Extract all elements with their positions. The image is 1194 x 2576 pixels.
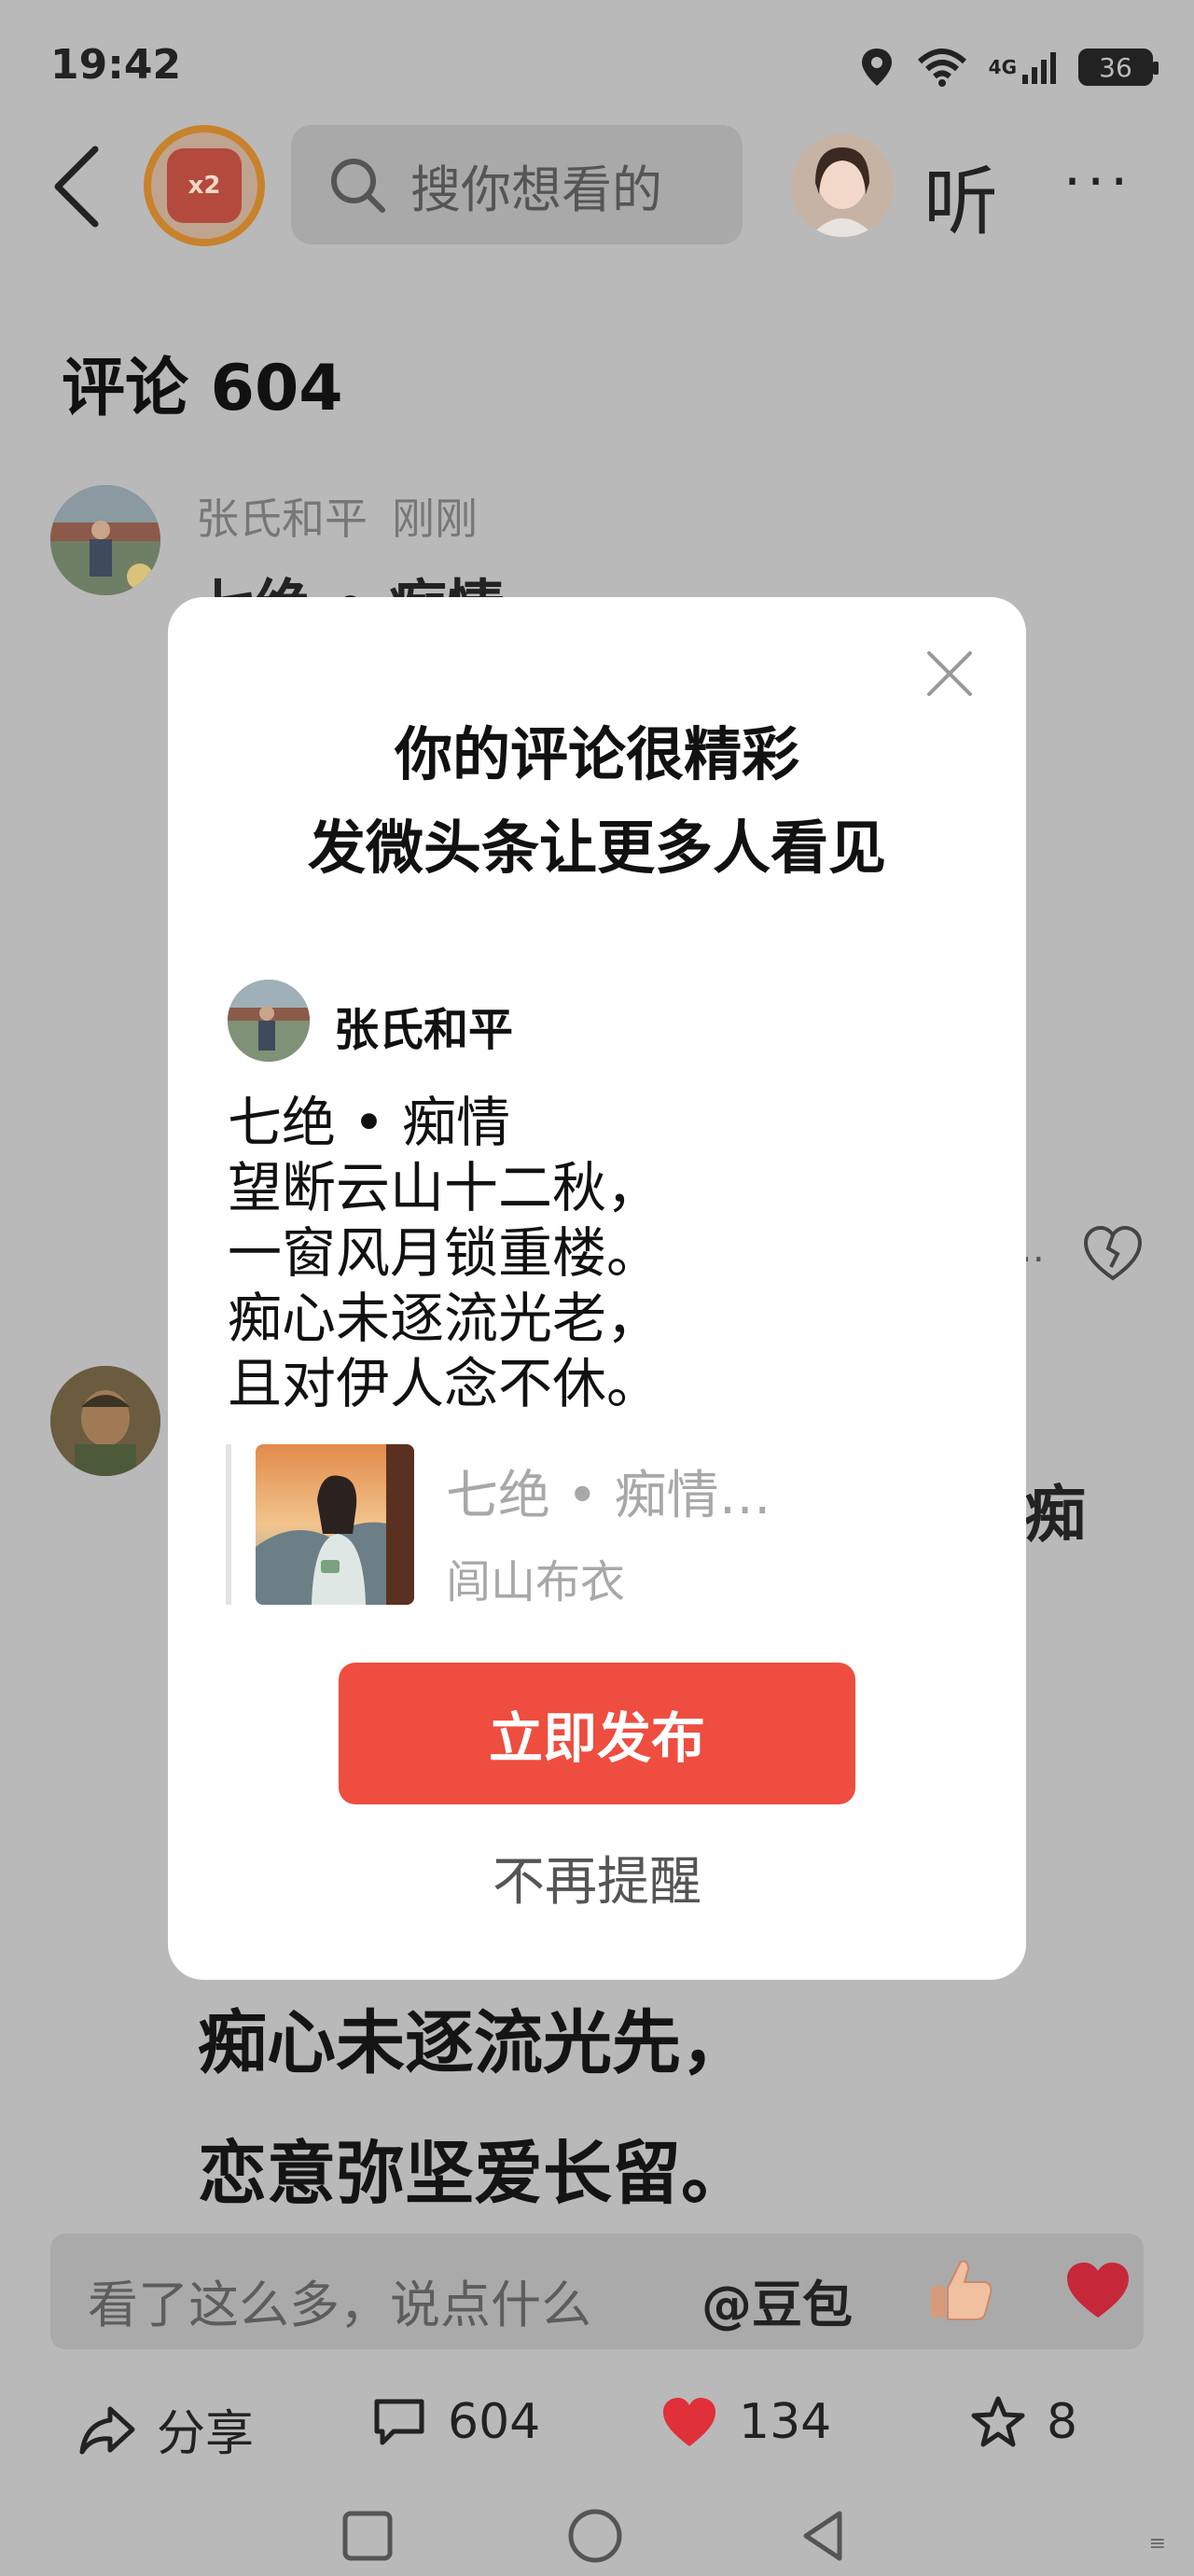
heart-emoji-icon[interactable] [1063, 2260, 1132, 2321]
post-poem-title: 七绝 • 痴情 [228, 1091, 511, 1154]
heart-filled-icon [663, 2398, 715, 2446]
dont-remind-button[interactable]: 不再提醒 [168, 1840, 1026, 1915]
system-navigation-bar: ≡ [0, 2482, 1194, 2576]
avatar-photo-icon [50, 1366, 160, 1476]
close-icon[interactable] [923, 647, 976, 700]
comment-input-placeholder: 看了这么多，说点什么 [88, 2276, 591, 2334]
nav-handle-icon: ≡ [1148, 2532, 1166, 2555]
star-icon [971, 2396, 1025, 2447]
status-bar: 19:42 4G 36 [0, 0, 1194, 131]
like-button[interactable]: 134 [660, 2394, 831, 2450]
network-type: 4G [988, 56, 1017, 78]
bottom-action-bar: 分享 604 134 8 [0, 2377, 1194, 2480]
comment-time: 刚刚 [392, 494, 478, 544]
battery-level: 36 [1099, 51, 1132, 83]
avatar-illustration-icon [791, 134, 894, 237]
back-button[interactable] [43, 140, 118, 233]
share-label: 分享 [157, 2406, 255, 2462]
top-nav: x2 搜你想看的 听 ··· [0, 121, 1194, 252]
quoted-article-author: 闾山布衣 [446, 1556, 626, 1608]
post-poem-line: 一窗风月锁重楼。 [228, 1221, 661, 1285]
location-hd-icon [858, 47, 896, 88]
recents-square-icon[interactable] [338, 2506, 397, 2566]
listen-button[interactable]: 听 [923, 142, 998, 250]
comment-author[interactable]: 张氏和平 [196, 485, 368, 547]
publish-button-label: 立即发布 [488, 1706, 705, 1770]
battery-icon: 36 [1078, 49, 1159, 86]
assistant-avatar[interactable] [791, 134, 894, 237]
favorite-count: 8 [1047, 2394, 1078, 2450]
comment-count: 604 [448, 2394, 541, 2450]
redpacket-badge: x2 [187, 172, 221, 200]
status-time: 19:42 [50, 41, 182, 89]
article-cover-image-icon [256, 1444, 414, 1605]
chevron-left-icon [54, 146, 99, 228]
home-circle-icon[interactable] [565, 2506, 625, 2566]
publish-now-button[interactable]: 立即发布 [339, 1663, 855, 1804]
comment-text-fragment: 痴 [1024, 1479, 1086, 1551]
back-triangle-icon[interactable] [795, 2506, 854, 2566]
comment-input-bar[interactable]: 看了这么多，说点什么 @豆包 [50, 2234, 1144, 2349]
status-icons: 4G 36 [858, 47, 1159, 88]
comment-poem-line: 痴心未逐流光先， [198, 2003, 750, 2083]
more-button[interactable]: ··· [1063, 149, 1133, 215]
comments-title: 评论 604 [62, 352, 343, 425]
post-poem-line: 望断云山十二秋， [228, 1156, 661, 1219]
quoted-article-thumbnail [256, 1444, 414, 1605]
avatar-photo-icon [50, 485, 160, 595]
redpacket-icon: x2 [167, 148, 242, 223]
thumbs-up-emoji-icon[interactable] [925, 2254, 996, 2325]
comment-poem-line: 恋意弥坚爱长留。 [198, 2134, 750, 2214]
publish-prompt-dialog: 你的评论很精彩 发微头条让更多人看见 张氏和平 七绝 • 痴情 望断云山十二秋，… [168, 597, 1026, 1980]
avatar-photo-icon [228, 980, 310, 1062]
quoted-article-title: 七绝 • 痴情… [446, 1466, 771, 1526]
quoted-article: 七绝 • 痴情… 闾山布衣 [226, 1444, 879, 1608]
comment-count-button[interactable]: 604 [371, 2394, 540, 2450]
like-count: 134 [739, 2394, 832, 2450]
search-placeholder: 搜你想看的 [410, 160, 662, 219]
post-poem-line: 痴心未逐流光老， [228, 1287, 661, 1350]
share-icon [79, 2406, 135, 2454]
signal-4g-icon: 4G [989, 47, 1058, 88]
post-author-name: 张氏和平 [334, 1004, 514, 1056]
dialog-title: 你的评论很精彩 [394, 720, 799, 788]
redpacket-reward-button[interactable]: x2 [144, 125, 265, 246]
post-poem-line: 且对伊人念不休。 [228, 1352, 661, 1415]
share-button[interactable]: 分享 [78, 2394, 254, 2464]
comment-avatar[interactable] [50, 485, 160, 595]
comment-bubble-icon [374, 2399, 424, 2445]
favorite-button[interactable]: 8 [970, 2394, 1077, 2450]
dialog-subtitle: 发微头条让更多人看见 [307, 814, 886, 882]
post-author-avatar [228, 980, 310, 1062]
search-box[interactable]: 搜你想看的 [291, 125, 743, 244]
dislike-broken-heart-icon[interactable] [1082, 1224, 1144, 1286]
search-icon [331, 159, 385, 213]
mention-doubao-button[interactable]: @豆包 [701, 2263, 853, 2337]
comment-avatar[interactable] [50, 1366, 160, 1476]
wifi-icon [916, 47, 968, 88]
